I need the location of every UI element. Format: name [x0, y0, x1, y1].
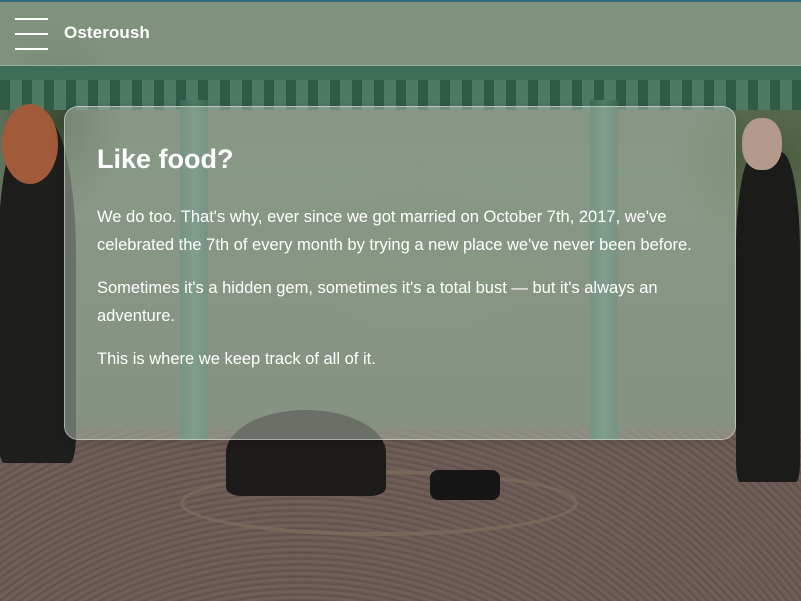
hamburger-menu-icon[interactable] [15, 17, 48, 51]
card-paragraph: This is where we keep track of all of it… [97, 350, 376, 368]
background-pergola-beam [0, 66, 801, 80]
intro-card: Like food? We do too. That's why, ever s… [64, 106, 736, 440]
card-heading: Like food? [97, 144, 234, 174]
menu-icon-line [15, 48, 48, 50]
card-paragraph: We do too. That's why, ever since we got… [97, 208, 692, 254]
page: Osteroush Like food? We do too. That's w… [0, 0, 801, 601]
background-person-head [742, 118, 782, 170]
app-title[interactable]: Osteroush [64, 23, 150, 43]
background-person-hair [2, 104, 58, 184]
app-bar: Osteroush [0, 0, 801, 66]
card-paragraph: Sometimes it's a hidden gem, sometimes i… [97, 279, 658, 325]
background-person [736, 152, 800, 482]
background-shoes [430, 470, 500, 500]
menu-icon-line [15, 18, 48, 20]
menu-icon-line [15, 33, 48, 35]
